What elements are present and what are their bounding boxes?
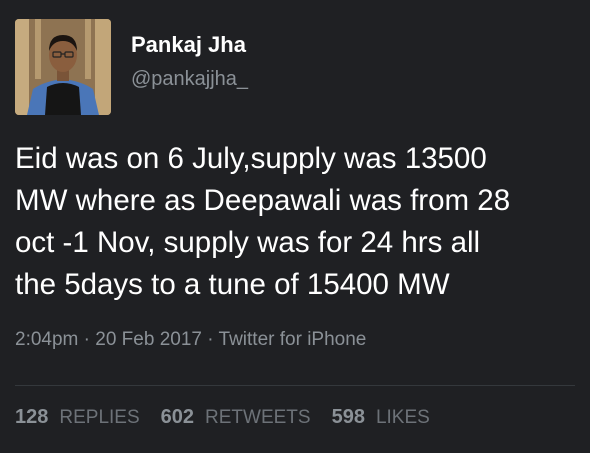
tweet-time[interactable]: 2:04pm [15, 329, 78, 350]
author-name[interactable]: Pankaj Jha [131, 31, 246, 59]
likes-label: LIKES [375, 407, 430, 428]
replies-stat[interactable]: 128 REPLIES [15, 406, 140, 429]
retweets-count: 602 [160, 406, 195, 428]
divider [15, 385, 575, 386]
tweet-meta: 2:04pm · 20 Feb 2017 · Twitter for iPhon… [15, 326, 366, 354]
tweet-stats: 128 REPLIES 602 RETWEETS 598 LIKES [15, 406, 451, 436]
replies-count: 128 [15, 406, 49, 428]
tweet-card: Pankaj Jha @pankajjha_ Eid was on 6 July… [0, 0, 590, 453]
likes-stat[interactable]: 598 LIKES [332, 406, 430, 429]
avatar[interactable] [15, 19, 111, 115]
meta-separator: · [78, 329, 96, 350]
replies-label: REPLIES [59, 407, 140, 428]
profile-photo-icon [15, 19, 111, 115]
retweets-label: RETWEETS [205, 407, 311, 428]
likes-count: 598 [331, 406, 365, 428]
tweet-source[interactable]: Twitter for iPhone [219, 329, 367, 350]
tweet-date[interactable]: 20 Feb 2017 [95, 329, 202, 350]
retweets-stat[interactable]: 602 RETWEETS [161, 406, 311, 429]
tweet-text: Eid was on 6 July,supply was 13500 MW wh… [15, 142, 511, 301]
author-handle[interactable]: @pankajjha_ [131, 66, 248, 92]
meta-separator: · [201, 329, 219, 350]
